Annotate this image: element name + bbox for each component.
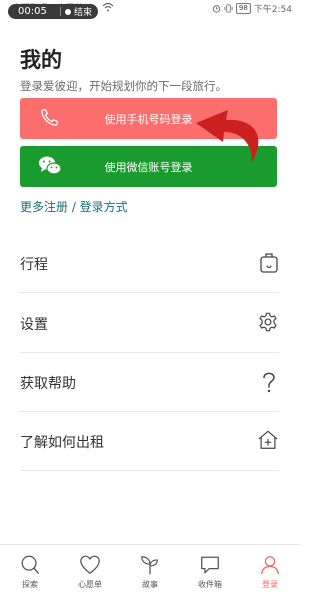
tab-stories[interactable]: 故事: [120, 545, 180, 592]
battery-level: 98: [235, 3, 251, 14]
phone-icon: [41, 109, 58, 126]
menu-item-label: 获取帮助: [20, 376, 76, 392]
tab-login[interactable]: 登录: [240, 545, 300, 592]
annotation-arrow-icon: [196, 110, 259, 162]
vibrate-icon: [224, 4, 233, 13]
question-icon: [263, 372, 275, 393]
menu-item-help[interactable]: 获取帮助: [20, 353, 279, 412]
clock: 下午2:54: [253, 5, 292, 15]
phone-login-label: 使用手机号码登录: [104, 112, 193, 126]
heart-icon: [80, 555, 100, 574]
sprout-icon: [141, 556, 158, 575]
screen-recording-pill[interactable]: 00:05 结束: [8, 4, 98, 19]
alarm-icon: [212, 5, 221, 13]
menu-item-label: 了解如何出租: [20, 435, 104, 451]
tab-label: 登录: [262, 580, 278, 589]
wechat-login-label: 使用微信账号登录: [104, 160, 193, 174]
recording-end-button[interactable]: 结束: [74, 5, 92, 18]
recording-time: 00:05: [18, 6, 47, 17]
tab-explore[interactable]: 探索: [0, 545, 60, 592]
record-dot-icon: [65, 8, 71, 15]
tab-wishlist[interactable]: 心愿单: [60, 545, 120, 592]
tab-label: 收件箱: [198, 580, 222, 589]
menu-item-trips[interactable]: 行程: [20, 234, 279, 293]
profile-icon: [261, 556, 279, 575]
menu-item-settings[interactable]: 设置: [20, 294, 279, 353]
recording-separator: [60, 7, 61, 16]
status-bar: 中国联通 | 中国移动 00:05 结束 98 下午2:54: [0, 0, 300, 19]
house-plus-icon: [258, 430, 278, 449]
bottom-nav: 探索 心愿单 故事 收件箱 登录: [0, 544, 300, 592]
gear-icon: [259, 312, 277, 332]
luggage-icon: [260, 253, 278, 273]
wechat-icon: [39, 156, 62, 175]
page-subtitle: 登录爱彼迎，开始规划你的下一段旅行。: [20, 79, 227, 93]
more-login-options-link[interactable]: 更多注册 / 登录方式: [20, 198, 128, 215]
tab-label: 心愿单: [78, 580, 102, 589]
status-indicators: 98 下午2:54: [212, 2, 292, 15]
tab-inbox[interactable]: 收件箱: [180, 545, 240, 592]
chat-icon: [201, 556, 219, 574]
menu-item-how-to-host[interactable]: 了解如何出租: [20, 412, 279, 471]
menu-item-label: 行程: [20, 257, 48, 273]
tab-label: 探索: [22, 580, 38, 589]
menu-item-label: 设置: [20, 317, 48, 333]
wifi-icon: [102, 2, 114, 12]
search-icon: [21, 555, 39, 574]
page-title: 我的: [20, 48, 62, 72]
tab-label: 故事: [142, 580, 158, 589]
